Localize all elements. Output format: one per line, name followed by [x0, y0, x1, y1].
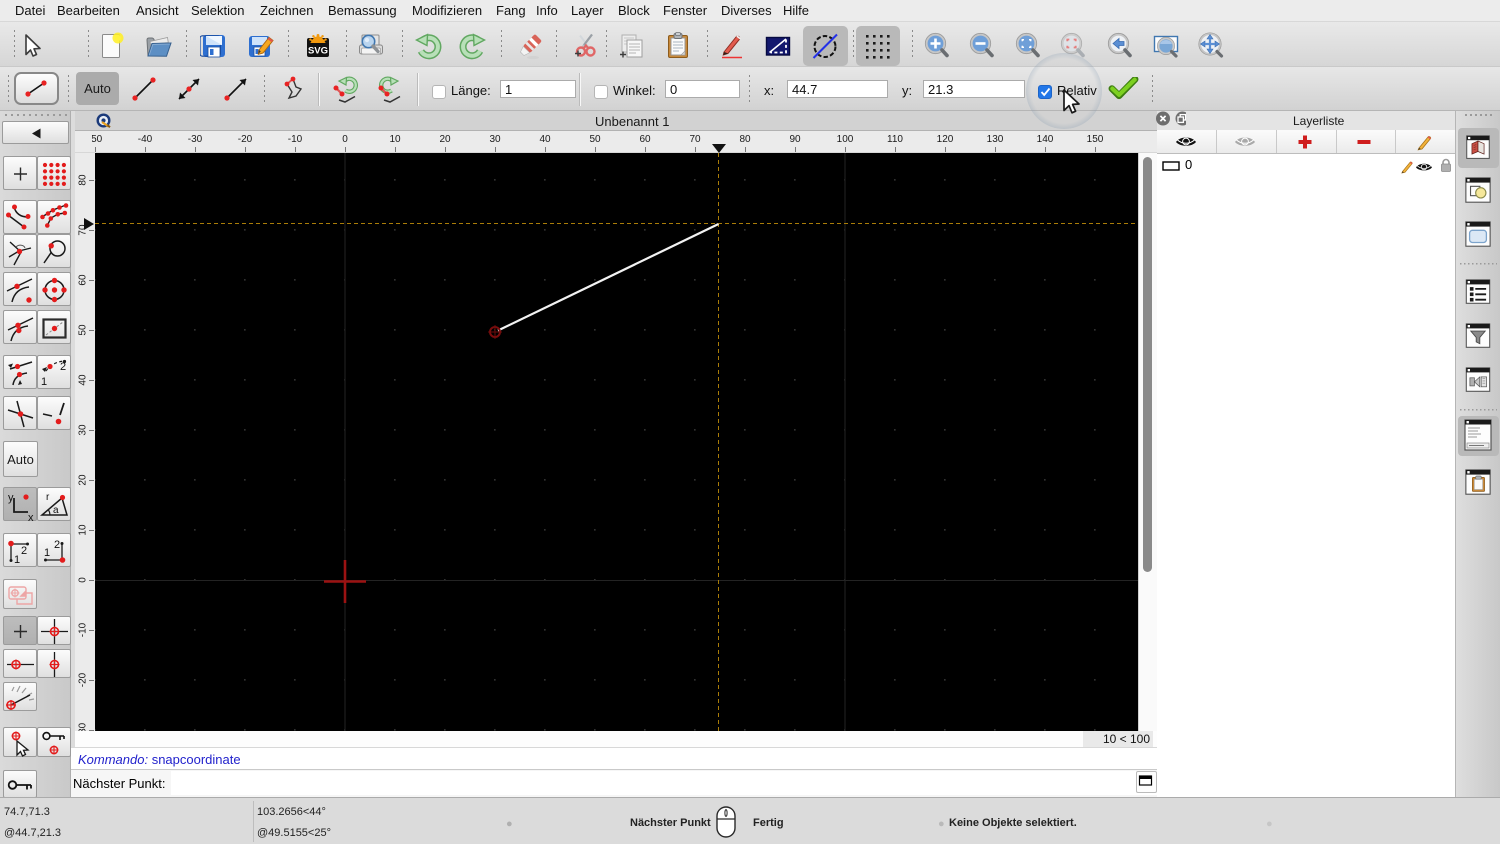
svg-text:SVG: SVG	[308, 46, 328, 57]
svg-text:r: r	[46, 492, 50, 503]
svg-text:1: 1	[44, 547, 50, 559]
svg-text:2: 2	[60, 361, 66, 373]
svg-text:2: 2	[54, 539, 60, 551]
svg-text:x: x	[28, 512, 34, 522]
svg-text:2: 2	[21, 545, 27, 557]
svg-text:a: a	[53, 505, 59, 516]
svg-text:1: 1	[41, 376, 47, 388]
svg-text:y: y	[8, 492, 14, 504]
svg-text:1: 1	[14, 554, 20, 566]
